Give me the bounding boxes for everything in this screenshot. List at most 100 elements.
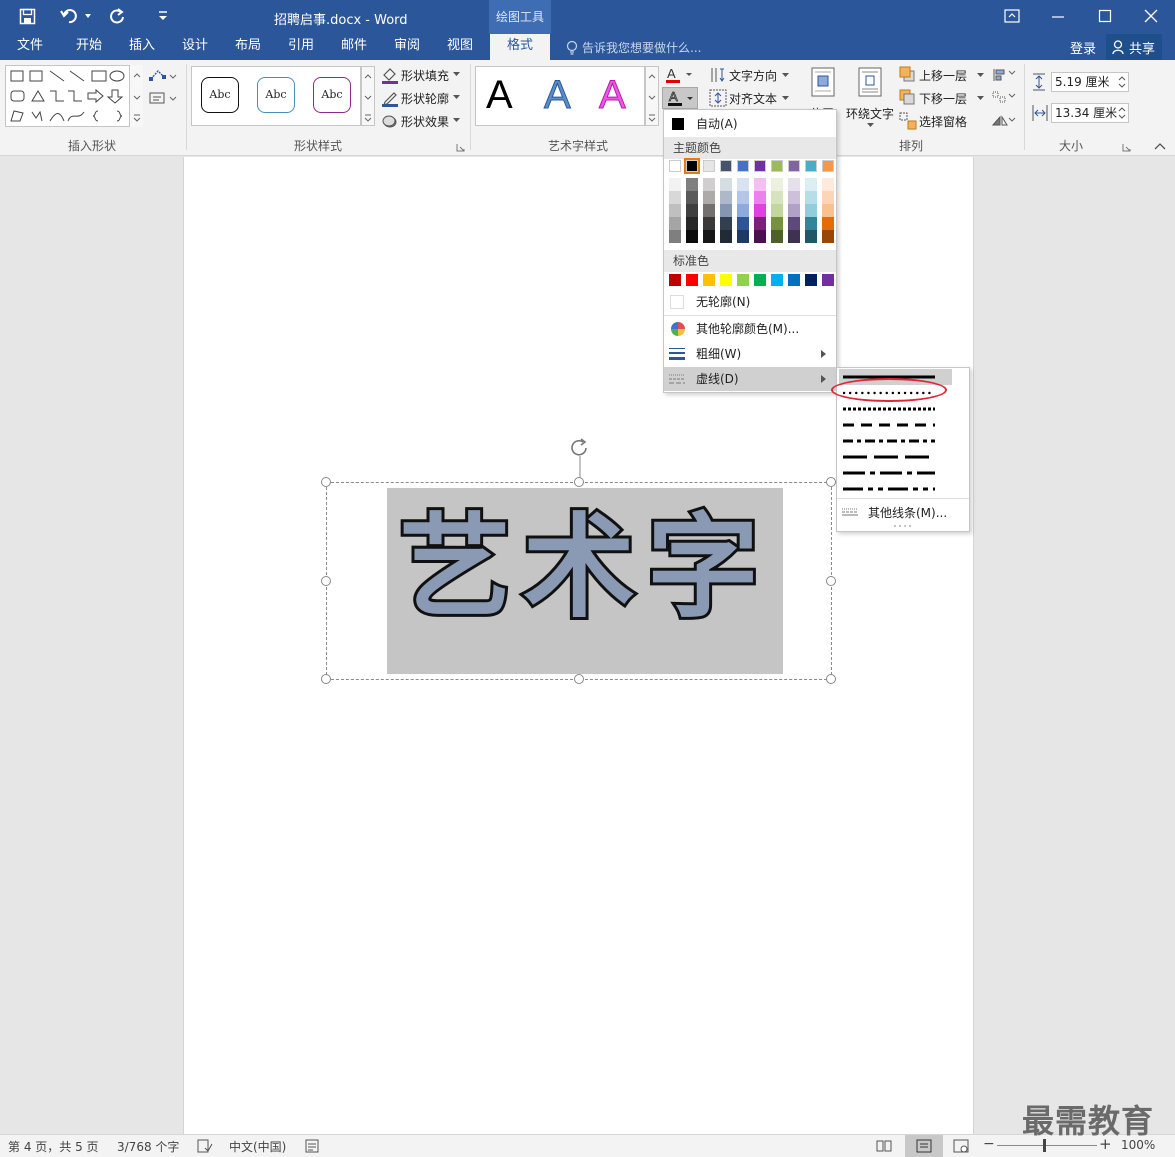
shape-width-input[interactable]: 13.34 厘米 <box>1051 103 1129 123</box>
dash-option-long-dash-dot-dot[interactable] <box>839 481 952 497</box>
theme-shade-swatch[interactable] <box>669 204 681 217</box>
standard-color-swatch[interactable] <box>686 274 698 286</box>
spinner-arrows-icon[interactable] <box>1118 75 1126 89</box>
theme-shade-swatch[interactable] <box>720 204 732 217</box>
theme-shade-swatch[interactable] <box>737 178 749 191</box>
theme-shade-swatch[interactable] <box>822 204 834 217</box>
tab-mailings[interactable]: 邮件 <box>330 34 378 60</box>
theme-shade-swatch[interactable] <box>669 178 681 191</box>
standard-color-swatch[interactable] <box>822 274 834 286</box>
theme-shade-swatch[interactable] <box>737 204 749 217</box>
theme-shade-swatch[interactable] <box>686 204 698 217</box>
spinner-arrows-icon[interactable] <box>1118 106 1126 120</box>
theme-shade-swatch[interactable] <box>771 191 783 204</box>
shape-outline-button[interactable]: 形状轮廓 <box>381 88 467 108</box>
menu-item-more-colors[interactable]: 其他轮廓颜色(M)... <box>664 317 836 341</box>
theme-shade-swatch[interactable] <box>771 178 783 191</box>
login-link[interactable]: 登录 <box>1070 38 1096 57</box>
page-count[interactable]: 第 4 页，共 5 页 <box>8 1138 99 1155</box>
theme-shade-swatch[interactable] <box>822 217 834 230</box>
zoom-out-button[interactable]: − <box>983 1136 995 1152</box>
standard-color-swatch[interactable] <box>754 274 766 286</box>
tab-format[interactable]: 格式 <box>490 34 550 60</box>
redo-icon[interactable] <box>108 7 126 25</box>
shape-effects-button[interactable]: 形状效果 <box>381 111 467 131</box>
theme-shade-swatch[interactable] <box>805 191 817 204</box>
resize-handle-bottom-right[interactable] <box>826 674 836 684</box>
theme-shade-swatch[interactable] <box>737 217 749 230</box>
theme-color-swatch[interactable] <box>822 160 834 172</box>
theme-shade-swatch[interactable] <box>686 230 698 243</box>
tab-insert[interactable]: 插入 <box>118 34 166 60</box>
read-mode-icon[interactable] <box>876 1139 892 1153</box>
theme-color-swatch[interactable] <box>788 160 800 172</box>
menu-item-weight[interactable]: 粗细(W) <box>664 342 836 366</box>
bring-forward-button[interactable]: 上移一层 <box>899 65 987 85</box>
wordart-style-blue[interactable]: A <box>544 72 572 118</box>
rotate-handle-icon[interactable] <box>568 436 592 480</box>
menu-item-no-outline[interactable]: 无轮廓(N) <box>664 290 836 314</box>
word-count[interactable]: 3/768 个字 <box>117 1138 179 1155</box>
macro-icon[interactable] <box>305 1139 319 1153</box>
standard-color-swatch[interactable] <box>669 274 681 286</box>
standard-color-swatch[interactable] <box>771 274 783 286</box>
theme-shade-swatch[interactable] <box>669 230 681 243</box>
tab-file[interactable]: 文件 <box>6 34 54 60</box>
theme-shade-swatch[interactable] <box>788 217 800 230</box>
theme-shade-swatch[interactable] <box>754 178 766 191</box>
theme-color-swatch[interactable] <box>720 160 732 172</box>
theme-shade-swatch[interactable] <box>703 217 715 230</box>
text-outline-button[interactable]: A <box>662 87 698 109</box>
theme-shade-swatch[interactable] <box>686 217 698 230</box>
theme-color-swatch[interactable] <box>703 160 715 172</box>
tab-review[interactable]: 审阅 <box>383 34 431 60</box>
collapse-ribbon-icon[interactable] <box>1154 142 1166 150</box>
theme-shade-swatch[interactable] <box>703 230 715 243</box>
standard-color-swatch[interactable] <box>720 274 732 286</box>
proofing-icon[interactable] <box>197 1139 213 1153</box>
theme-shade-swatch[interactable] <box>703 191 715 204</box>
share-button[interactable]: 共享 <box>1106 34 1162 60</box>
shape-height-input[interactable]: 5.19 厘米 <box>1051 72 1129 92</box>
close-icon[interactable] <box>1144 9 1158 23</box>
print-layout-button[interactable] <box>905 1135 943 1157</box>
wrap-text-button[interactable]: 环绕文字 <box>843 65 897 135</box>
theme-shade-swatch[interactable] <box>754 204 766 217</box>
send-backward-button[interactable]: 下移一层 <box>899 88 987 108</box>
tab-layout[interactable]: 布局 <box>224 34 272 60</box>
standard-color-swatch[interactable] <box>737 274 749 286</box>
theme-color-swatch[interactable] <box>737 160 749 172</box>
shape-style-purple[interactable]: Abc <box>313 77 351 113</box>
theme-color-swatch[interactable] <box>684 158 700 174</box>
zoom-slider-track[interactable] <box>997 1145 1097 1146</box>
theme-shade-swatch[interactable] <box>788 178 800 191</box>
theme-shade-swatch[interactable] <box>822 178 834 191</box>
tell-me-box[interactable]: 告诉我您想要做什么... <box>582 39 701 56</box>
resize-handle-left[interactable] <box>321 576 331 586</box>
language-indicator[interactable]: 中文(中国) <box>229 1138 286 1155</box>
wordart-textbox[interactable]: 艺术字 <box>387 488 783 674</box>
dash-option-dash-dot[interactable] <box>839 433 952 449</box>
theme-shade-swatch[interactable] <box>805 230 817 243</box>
theme-shade-swatch[interactable] <box>805 217 817 230</box>
theme-shade-swatch[interactable] <box>754 230 766 243</box>
menu-item-more-lines[interactable]: 其他线条(M)... <box>837 501 969 523</box>
theme-shade-swatch[interactable] <box>788 204 800 217</box>
shapes-gallery[interactable] <box>5 65 143 127</box>
theme-shade-swatch[interactable] <box>737 230 749 243</box>
theme-color-swatch[interactable] <box>771 160 783 172</box>
theme-color-swatch[interactable] <box>754 160 766 172</box>
theme-shade-swatch[interactable] <box>771 230 783 243</box>
standard-color-swatch[interactable] <box>805 274 817 286</box>
theme-color-swatch[interactable] <box>669 160 681 172</box>
resize-handle-bottom-left[interactable] <box>321 674 331 684</box>
theme-shade-swatch[interactable] <box>805 204 817 217</box>
theme-shade-swatch[interactable] <box>737 191 749 204</box>
standard-color-swatch[interactable] <box>788 274 800 286</box>
tab-home[interactable]: 开始 <box>64 34 114 60</box>
theme-color-swatch[interactable] <box>805 160 817 172</box>
theme-shade-swatch[interactable] <box>754 217 766 230</box>
theme-shade-swatch[interactable] <box>754 191 766 204</box>
tab-view[interactable]: 视图 <box>436 34 484 60</box>
ribbon-display-options-icon[interactable] <box>1004 9 1020 23</box>
